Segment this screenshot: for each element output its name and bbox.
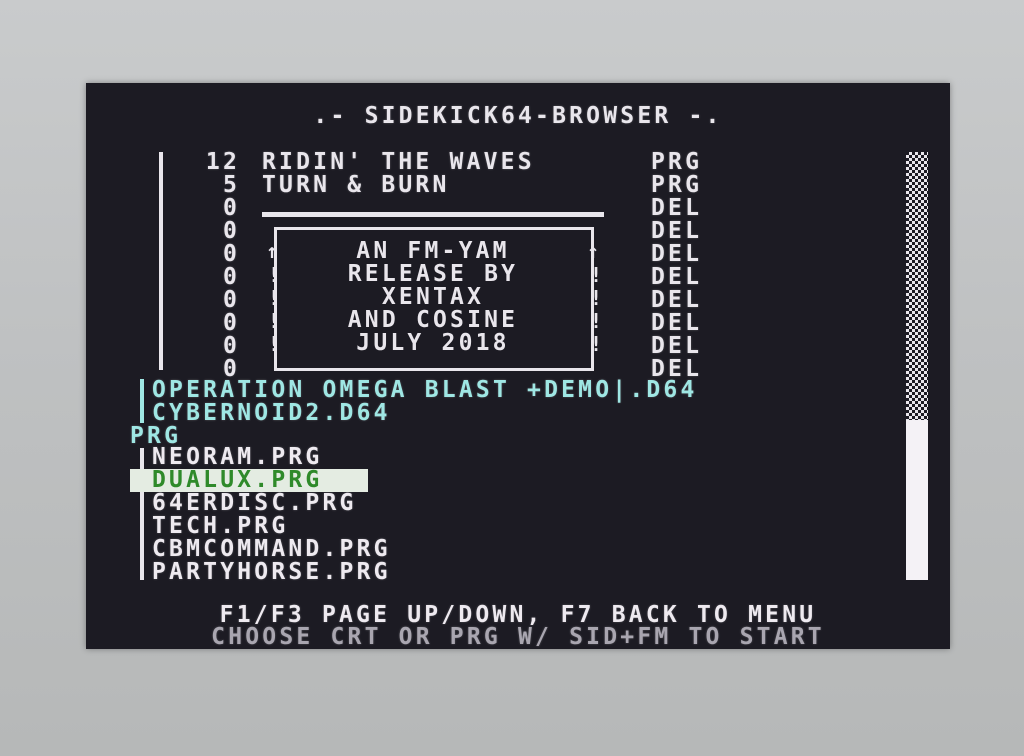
checkered-scroll-track[interactable] bbox=[906, 152, 928, 420]
box-line-1: AN FM-YAM bbox=[356, 238, 510, 264]
box-side-glyph: ! bbox=[590, 332, 603, 356]
disk-image-item[interactable]: CYBERNOID2.D64 bbox=[152, 402, 391, 425]
box-side-glyph: ! bbox=[268, 286, 281, 310]
program-item[interactable]: 64ERDISC.PRG bbox=[152, 492, 357, 515]
entry-type: DEL bbox=[651, 218, 703, 244]
program-list-border bbox=[140, 448, 144, 580]
program-item[interactable]: PARTYHORSE.PRG bbox=[152, 561, 391, 584]
box-side-glyph: ! bbox=[268, 263, 281, 287]
entry-blocks: 0 bbox=[222, 195, 240, 221]
box-side-glyph: ! bbox=[268, 309, 281, 333]
entry-type: DEL bbox=[651, 195, 703, 221]
entry-type: DEL bbox=[651, 241, 703, 267]
entry-type: DEL bbox=[651, 264, 703, 290]
entry-type: PRG bbox=[651, 149, 703, 175]
browser-title: .- SIDEKICK64-BROWSER -. bbox=[313, 103, 723, 129]
entry-blocks: 5 bbox=[222, 172, 240, 198]
program-item-selected[interactable]: DUALUX.PRG bbox=[152, 469, 322, 492]
disk-list-border bbox=[140, 379, 144, 423]
entry-type: DEL bbox=[651, 287, 703, 313]
entry-type: DEL bbox=[651, 333, 703, 359]
release-info-box: ↑ ↑ AN FM-YAM RELEASE BY XENTAX AND COSI… bbox=[262, 212, 604, 371]
entry-blocks: 0 bbox=[222, 310, 240, 336]
box-line-2: RELEASE BY bbox=[347, 261, 519, 287]
entry-type: PRG bbox=[651, 172, 703, 198]
box-line-5: JULY 2018 bbox=[356, 330, 510, 356]
entry-blocks: 0 bbox=[222, 241, 240, 267]
footer-help-line-2: CHOOSE CRT OR PRG W/ SID+FM TO START bbox=[211, 624, 825, 649]
scrollbar[interactable] bbox=[906, 152, 928, 580]
box-side-glyph: ! bbox=[268, 332, 281, 356]
box-side-glyph: ! bbox=[590, 309, 603, 333]
program-item[interactable]: NEORAM.PRG bbox=[152, 446, 322, 469]
entry-blocks: 12 bbox=[205, 149, 240, 175]
box-line-4: AND COSINE bbox=[347, 307, 519, 333]
archive-entry-row[interactable]: 5 TURN & BURN PRG bbox=[86, 174, 950, 197]
entry-type: DEL bbox=[651, 310, 703, 336]
entry-blocks: 0 bbox=[222, 287, 240, 313]
entry-name: RIDIN' THE WAVES bbox=[262, 149, 535, 175]
entry-name: TURN & BURN bbox=[262, 172, 450, 198]
entry-blocks: 0 bbox=[222, 264, 240, 290]
box-top-rule bbox=[262, 212, 604, 217]
disk-image-item[interactable]: OPERATION OMEGA BLAST +DEMO|.D64 bbox=[152, 379, 698, 402]
c64-screen: .- SIDEKICK64-BROWSER -. 12 RIDIN' THE WA… bbox=[86, 83, 950, 649]
entry-blocks: 0 bbox=[222, 218, 240, 244]
archive-entry-row[interactable]: 12 RIDIN' THE WAVES PRG bbox=[86, 151, 950, 174]
box-side-glyph: ! bbox=[590, 263, 603, 287]
program-item[interactable]: CBMCOMMAND.PRG bbox=[152, 538, 391, 561]
program-item[interactable]: TECH.PRG bbox=[152, 515, 288, 538]
scroll-thumb[interactable] bbox=[906, 420, 928, 580]
box-side-glyph: ! bbox=[590, 286, 603, 310]
entry-blocks: 0 bbox=[222, 333, 240, 359]
box-line-3: XENTAX bbox=[381, 284, 485, 310]
